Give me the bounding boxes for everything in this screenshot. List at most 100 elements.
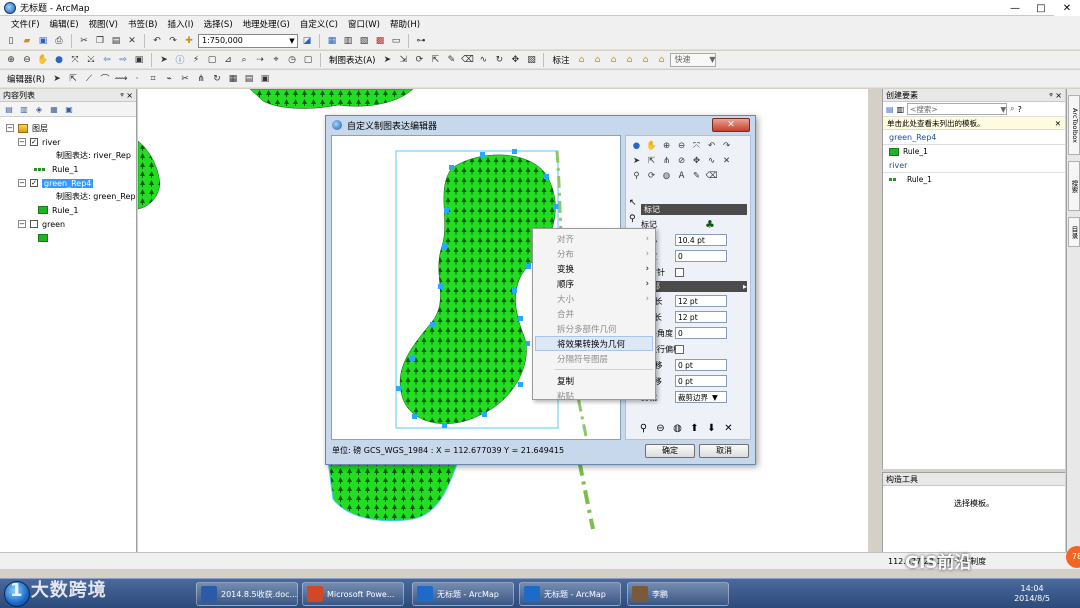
print-icon[interactable]: ⎙: [52, 34, 66, 48]
section-toggle-icon[interactable]: ▸: [743, 282, 747, 291]
eyedropper-icon[interactable]: ⚲: [629, 214, 636, 224]
label-weight-icon[interactable]: ⌂: [606, 53, 620, 67]
editor-menu[interactable]: 编辑器(R): [4, 73, 48, 85]
point-icon[interactable]: ·: [130, 72, 144, 86]
move-up-icon[interactable]: ⬆: [688, 422, 701, 435]
angle-input[interactable]: 0: [675, 250, 727, 262]
collapse-icon[interactable]: −: [18, 220, 26, 228]
redo-icon[interactable]: ↷: [720, 139, 733, 152]
menu-help[interactable]: 帮助(H): [385, 18, 425, 30]
offset-x-input[interactable]: 0 pt: [675, 359, 727, 371]
trace-icon[interactable]: ⟿: [114, 72, 128, 86]
menu-file[interactable]: 文件(F): [6, 18, 45, 30]
list-by-drawing-order-icon[interactable]: ▤: [3, 103, 15, 115]
search-tab[interactable]: 搜索: [1068, 161, 1080, 211]
label-quality-select[interactable]: 快速 ▼: [670, 52, 717, 67]
zoom-out-icon[interactable]: ⊖: [675, 139, 688, 152]
create-features-icon[interactable]: ▣: [258, 72, 272, 86]
template-info-bar[interactable]: 单击此处查看未列出的模板。 ✕: [883, 117, 1065, 130]
toc-rule[interactable]: Rule_1: [34, 163, 79, 175]
select-representation-icon[interactable]: ➤: [380, 53, 394, 67]
fixed-zoom-in-icon[interactable]: ⤧: [68, 53, 82, 67]
menu-geoprocessing[interactable]: 地理处理(G): [238, 18, 295, 30]
move-icon[interactable]: ⇲: [396, 53, 410, 67]
new-icon[interactable]: ▯: [4, 34, 18, 48]
step-y-input[interactable]: 12 pt: [675, 311, 727, 323]
pan-icon[interactable]: ✋: [645, 139, 658, 152]
catalog-icon[interactable]: ▥: [341, 34, 355, 48]
properties-icon[interactable]: ▧: [524, 53, 538, 67]
lock-labels-icon[interactable]: ⌂: [622, 53, 636, 67]
open-icon[interactable]: ▰: [20, 34, 34, 48]
rotate-feature-icon[interactable]: ↻: [210, 72, 224, 86]
scale-select[interactable]: 1:750,000 ▼: [198, 33, 298, 48]
move-marker-icon[interactable]: ✥: [508, 53, 522, 67]
cancel-button[interactable]: 取消: [699, 444, 749, 458]
edit-vertices-icon[interactable]: ⌗: [146, 72, 160, 86]
context-menu-item[interactable]: 复制: [533, 373, 655, 388]
close-button[interactable]: ✕: [1054, 0, 1080, 16]
zoom-in-icon[interactable]: ⊕: [4, 53, 18, 67]
time-slider-icon[interactable]: ◷: [285, 53, 299, 67]
direct-select-icon[interactable]: ⇱: [645, 154, 658, 167]
offset-y-input[interactable]: 0 pt: [675, 375, 727, 387]
reshape-icon[interactable]: ∿: [705, 154, 718, 167]
reshape-feature-icon[interactable]: ⌁: [162, 72, 176, 86]
catalog-tab[interactable]: 目录: [1068, 217, 1080, 247]
model-builder-icon[interactable]: ⊶: [414, 34, 428, 48]
help-icon[interactable]: ?: [1018, 105, 1022, 114]
menu-bookmarks[interactable]: 书签(B): [123, 18, 162, 30]
context-menu-item[interactable]: 拆分多部件几何: [533, 321, 655, 336]
reshape-icon[interactable]: ∿: [476, 53, 490, 67]
toc-layer-river[interactable]: − ✓ river: [18, 136, 60, 148]
taskbar-button[interactable]: Microsoft Powe...: [302, 582, 404, 606]
end-point-arc-icon[interactable]: ⌒: [98, 72, 112, 86]
context-menu-item[interactable]: 顺序 ›: [533, 276, 655, 291]
search-icon[interactable]: ⌕: [1010, 104, 1014, 114]
label-manager-icon[interactable]: ⌂: [574, 53, 588, 67]
menu-insert[interactable]: 插入(I): [162, 18, 198, 30]
view-unplaced-icon[interactable]: ⌂: [638, 53, 652, 67]
list-by-selection-icon[interactable]: ▦: [48, 103, 60, 115]
pin-icon[interactable]: ᵠ ×: [120, 91, 136, 100]
find-route-icon[interactable]: ⇢: [253, 53, 267, 67]
full-extent-icon[interactable]: ●: [52, 53, 66, 67]
ok-button[interactable]: 确定: [645, 444, 695, 458]
collapse-icon[interactable]: −: [6, 124, 14, 132]
save-icon[interactable]: ▣: [36, 34, 50, 48]
context-menu-item[interactable]: 分隔符号图层: [533, 351, 655, 366]
cut-icon[interactable]: ✂: [77, 34, 91, 48]
delete-layer-icon[interactable]: ✕: [722, 422, 735, 435]
select-icon[interactable]: ➤: [630, 154, 643, 167]
zoom-out-icon[interactable]: ⊖: [20, 53, 34, 67]
list-by-source-icon[interactable]: ▥: [18, 103, 30, 115]
rotate-icon[interactable]: ⟳: [412, 53, 426, 67]
add-layer-icon[interactable]: ⚲: [637, 422, 650, 435]
context-menu-item[interactable]: 大小 ›: [533, 291, 655, 306]
attributes-icon[interactable]: ▦: [226, 72, 240, 86]
sketch-properties-icon[interactable]: ▤: [242, 72, 256, 86]
toc-rule[interactable]: Rule_1: [38, 204, 79, 216]
redo-icon[interactable]: ↷: [166, 34, 180, 48]
menu-windows[interactable]: 窗口(W): [343, 18, 385, 30]
insert-vertex-icon[interactable]: ⋔: [660, 154, 673, 167]
close-icon[interactable]: ✕: [1055, 119, 1061, 128]
menu-view[interactable]: 视图(V): [84, 18, 123, 30]
context-menu-item[interactable]: 变换 ›: [533, 261, 655, 276]
pin-icon[interactable]: ᵠ ×: [1049, 91, 1065, 100]
clockwise-checkbox[interactable]: [675, 267, 684, 277]
undo-icon[interactable]: ↶: [705, 139, 718, 152]
labeling-menu[interactable]: 标注: [549, 54, 572, 66]
shift-odd-checkbox[interactable]: [675, 344, 684, 354]
options-icon[interactable]: ▣: [63, 103, 75, 115]
remove-layer-icon[interactable]: ⊖: [654, 422, 667, 435]
taskbar-button[interactable]: 无标题 - ArcMap: [412, 582, 514, 606]
fixed-zoom-out-icon[interactable]: ⤩: [84, 53, 98, 67]
context-menu-item[interactable]: 对齐 ›: [533, 231, 655, 246]
measure-icon[interactable]: ⊿: [221, 53, 235, 67]
collapse-icon[interactable]: −: [18, 138, 26, 146]
hyperlink-icon[interactable]: ⚡: [189, 53, 203, 67]
template-item[interactable]: Rule_1: [883, 145, 1065, 158]
context-menu-item[interactable]: 分布 ›: [533, 246, 655, 261]
html-popup-icon[interactable]: ▢: [205, 53, 219, 67]
